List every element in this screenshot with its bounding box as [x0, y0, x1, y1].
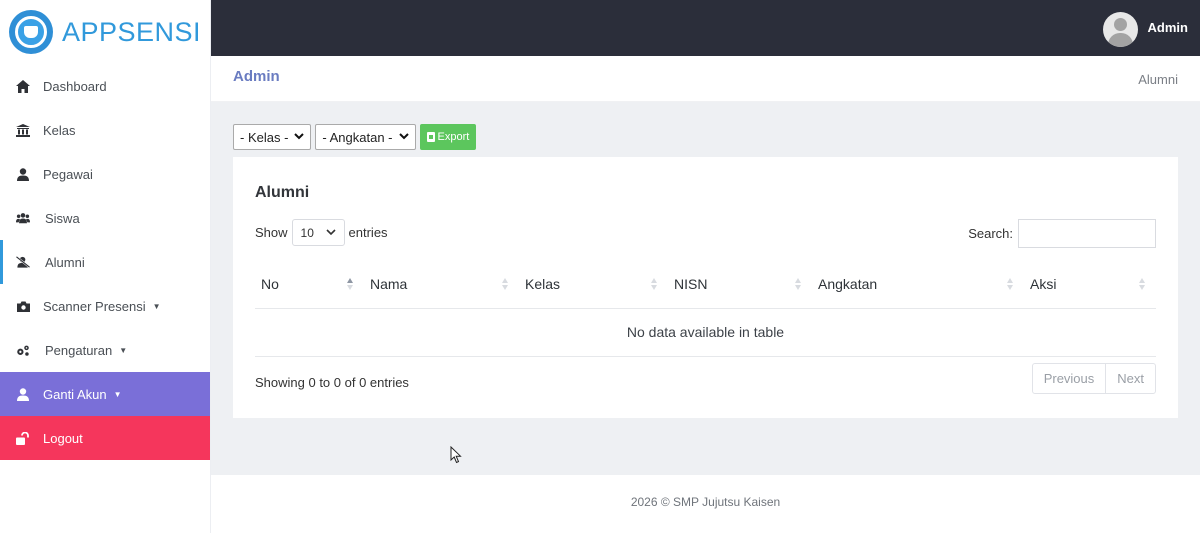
sidebar-item-label: Ganti Akun	[43, 386, 107, 402]
main-content: - Kelas - - Angkatan - Export Alumni Sho…	[211, 102, 1200, 475]
caret-down-icon: ▼	[152, 301, 161, 311]
column-header-no[interactable]: No	[255, 261, 364, 309]
sort-icon	[501, 278, 509, 292]
sidebar-item-scanner-presensi[interactable]: Scanner Presensi ▼	[0, 284, 210, 328]
column-header-nisn[interactable]: NISN	[668, 261, 812, 309]
footer: 2026 © SMP Jujutsu Kaisen	[211, 475, 1200, 533]
entries-length-value: 10	[300, 225, 314, 240]
page-title: Admin	[233, 68, 280, 85]
card-title: Alumni	[255, 184, 310, 201]
breadcrumb: Alumni	[1138, 72, 1178, 87]
chevron-down-icon	[398, 132, 409, 143]
tut-wuri-logo	[9, 10, 53, 54]
sort-icon	[794, 278, 802, 292]
sidebar-item-siswa[interactable]: Siswa	[0, 196, 210, 240]
user-name[interactable]: Admin	[1148, 20, 1188, 35]
export-label: Export	[437, 131, 470, 143]
chevron-down-icon	[294, 132, 305, 143]
entries-label: entries	[348, 225, 388, 240]
brand[interactable]: APPSENSI	[0, 0, 210, 64]
unlock-icon	[16, 431, 30, 445]
institution-icon	[16, 123, 30, 137]
filter-bar: - Kelas - - Angkatan - Export	[233, 124, 477, 150]
sort-icon	[1006, 278, 1014, 292]
sidebar-item-ganti-akun[interactable]: Ganti Akun ▼	[0, 372, 210, 416]
column-header-kelas[interactable]: Kelas	[519, 261, 668, 309]
column-header-nama[interactable]: Nama	[364, 261, 519, 309]
sidebar-item-label: Pengaturan	[45, 342, 113, 358]
cogs-icon	[16, 343, 30, 357]
entries-length: Show 10 entries	[255, 219, 388, 246]
empty-message: No data available in table	[255, 308, 1156, 357]
sidebar-item-label: Alumni	[45, 254, 85, 270]
sidebar-item-label: Kelas	[43, 122, 76, 138]
page-header: Admin Alumni	[211, 56, 1200, 102]
topbar: Admin	[211, 0, 1200, 56]
sidebar-item-dashboard[interactable]: Dashboard	[0, 64, 210, 108]
sidebar-menu: Dashboard Kelas Pegawai Siswa Alumni Sca…	[0, 64, 210, 460]
sort-asc-icon	[346, 278, 354, 292]
search-input[interactable]	[1018, 219, 1156, 248]
home-icon	[16, 79, 30, 93]
file-excel-icon	[426, 132, 435, 142]
sort-icon	[1138, 278, 1146, 292]
users-icon	[16, 211, 30, 225]
search-label: Search:	[968, 226, 1013, 241]
column-header-angkatan[interactable]: Angkatan	[812, 261, 1024, 309]
angkatan-select-value: - Angkatan -	[322, 129, 393, 145]
user-icon	[16, 387, 30, 401]
sidebar: APPSENSI Dashboard Kelas Pegawai Siswa A…	[0, 0, 211, 533]
user-tie-icon	[16, 167, 30, 181]
table-row: No data available in table	[255, 308, 1156, 357]
export-button[interactable]: Export	[419, 124, 477, 150]
brand-name: APPSENSI	[62, 16, 202, 47]
caret-down-icon: ▼	[113, 389, 122, 399]
sidebar-item-label: Scanner Presensi	[43, 298, 146, 314]
user-slash-icon	[16, 255, 30, 269]
sidebar-item-alumni[interactable]: Alumni	[0, 240, 210, 284]
show-label: Show	[255, 225, 288, 240]
table-header-row: No Nama Kelas NISN Angkatan Aksi	[255, 261, 1156, 309]
sidebar-item-pengaturan[interactable]: Pengaturan ▼	[0, 328, 210, 372]
sidebar-item-label: Logout	[43, 430, 83, 446]
pagination: Previous Next	[1031, 363, 1156, 394]
alumni-card: Alumni Show 10 entries Search: No Nama K…	[233, 157, 1178, 418]
kelas-select-value: - Kelas -	[240, 129, 289, 145]
sidebar-item-pegawai[interactable]: Pegawai	[0, 152, 210, 196]
kelas-select[interactable]: - Kelas -	[233, 124, 312, 150]
footer-text: 2026 © SMP Jujutsu Kaisen	[630, 495, 781, 509]
sidebar-item-label: Dashboard	[43, 78, 107, 94]
caret-down-icon: ▼	[119, 345, 128, 355]
chevron-down-icon	[325, 227, 336, 239]
angkatan-select[interactable]: - Angkatan -	[315, 124, 416, 150]
sidebar-item-label: Pegawai	[43, 166, 93, 182]
sidebar-item-label: Siswa	[45, 210, 80, 226]
table-info: Showing 0 to 0 of 0 entries	[255, 375, 409, 390]
sidebar-item-kelas[interactable]: Kelas	[0, 108, 210, 152]
next-button[interactable]: Next	[1106, 364, 1155, 393]
camera-icon	[16, 299, 30, 313]
sidebar-item-logout[interactable]: Logout	[0, 416, 210, 460]
search: Search:	[968, 219, 1156, 248]
avatar[interactable]	[1103, 12, 1138, 47]
sort-icon	[650, 278, 658, 292]
previous-button[interactable]: Previous	[1033, 364, 1107, 393]
column-header-aksi[interactable]: Aksi	[1024, 261, 1156, 309]
alumni-table: No Nama Kelas NISN Angkatan Aksi No data…	[255, 261, 1156, 357]
entries-length-select[interactable]: 10	[291, 219, 345, 246]
